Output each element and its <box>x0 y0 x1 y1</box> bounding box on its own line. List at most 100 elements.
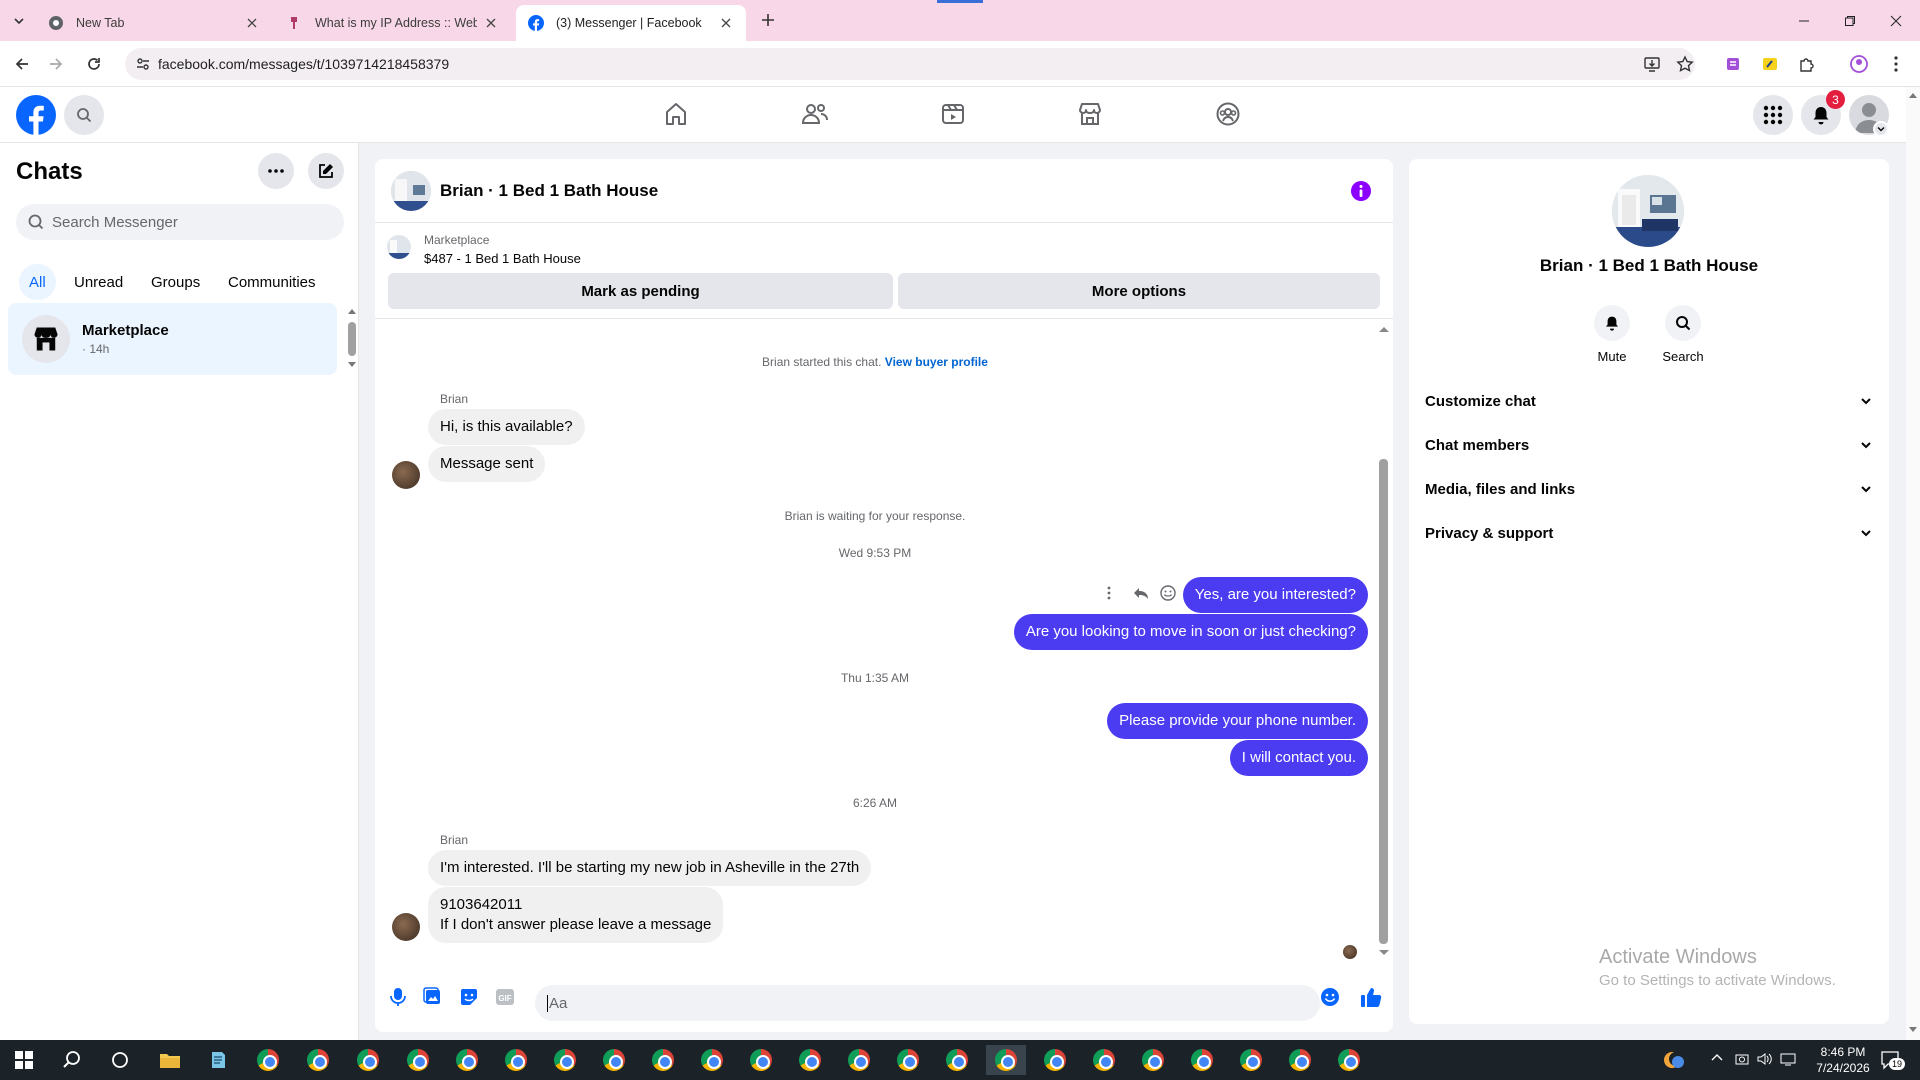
microphone-icon[interactable] <box>385 984 411 1010</box>
restore-icon[interactable] <box>1827 0 1873 41</box>
scroll-up-icon[interactable] <box>348 308 356 314</box>
search-messenger-input[interactable]: Search Messenger <box>16 204 344 240</box>
message-more-icon[interactable] <box>1107 586 1111 600</box>
scroll-down-icon[interactable] <box>1379 950 1389 956</box>
scroll-down-icon[interactable] <box>348 362 356 368</box>
mute-action[interactable]: Mute <box>1587 305 1637 364</box>
outgoing-message[interactable]: Are you looking to move in soon or just … <box>1013 614 1368 650</box>
bookmark-star-icon[interactable] <box>1673 52 1697 76</box>
photo-icon[interactable] <box>420 984 446 1010</box>
emoji-icon[interactable] <box>1317 984 1343 1010</box>
filter-groups[interactable]: Groups <box>141 264 210 300</box>
new-message-icon[interactable] <box>308 153 344 189</box>
sender-avatar[interactable] <box>392 461 420 489</box>
outgoing-message[interactable]: I will contact you. <box>1229 740 1368 776</box>
listing-thumbnail[interactable] <box>387 235 411 259</box>
gif-icon[interactable]: GIF <box>492 984 518 1010</box>
taskbar-clock[interactable]: 8:46 PM 7/24/2026 <box>1808 1044 1878 1076</box>
chrome-taskbar-icon[interactable] <box>692 1045 732 1075</box>
filter-all[interactable]: All <box>19 264 56 300</box>
sidebar-scrollbar[interactable] <box>348 322 356 356</box>
search-in-chat-action[interactable]: Search <box>1658 305 1708 364</box>
chrome-taskbar-icon[interactable] <box>1182 1045 1222 1075</box>
notepad-icon[interactable] <box>198 1045 238 1075</box>
chrome-taskbar-icon[interactable] <box>1133 1045 1173 1075</box>
address-bar[interactable]: facebook.com/messages/t/1039714218458379 <box>125 48 1695 80</box>
extensions-puzzle-icon[interactable] <box>1795 52 1819 76</box>
scroll-up-icon[interactable] <box>1379 326 1389 332</box>
chrome-taskbar-icon[interactable] <box>496 1045 536 1075</box>
chrome-taskbar-icon[interactable] <box>643 1045 683 1075</box>
file-explorer-icon[interactable] <box>150 1045 190 1075</box>
extension-purple-icon[interactable] <box>1721 52 1745 76</box>
network-icon[interactable] <box>1780 1052 1798 1066</box>
forward-icon[interactable] <box>42 50 70 78</box>
chrome-taskbar-icon[interactable] <box>248 1045 288 1075</box>
outgoing-message[interactable]: Please provide your phone number. <box>1107 703 1368 739</box>
search-icon[interactable] <box>64 95 104 135</box>
browser-tab-messenger[interactable]: (3) Messenger | Facebook <box>516 5 746 41</box>
scroll-down-icon[interactable] <box>1909 1027 1917 1033</box>
marketplace-icon[interactable] <box>1075 99 1105 129</box>
install-app-icon[interactable] <box>1640 52 1664 76</box>
menu-grid-icon[interactable] <box>1753 95 1793 135</box>
weather-icon[interactable] <box>1654 1045 1694 1075</box>
tab-search-icon[interactable] <box>8 10 30 32</box>
chrome-taskbar-icon[interactable] <box>447 1045 487 1075</box>
close-icon[interactable] <box>483 15 499 31</box>
more-options-button[interactable]: More options <box>898 273 1380 309</box>
sender-avatar[interactable] <box>392 913 420 941</box>
close-icon[interactable] <box>718 15 734 31</box>
like-thumb-icon[interactable] <box>1358 984 1384 1010</box>
windows-start-icon[interactable] <box>4 1045 44 1075</box>
reload-icon[interactable] <box>80 50 108 78</box>
chrome-taskbar-icon[interactable] <box>1231 1045 1271 1075</box>
chrome-taskbar-icon[interactable] <box>790 1045 830 1075</box>
info-icon[interactable] <box>1351 181 1371 201</box>
mark-as-pending-button[interactable]: Mark as pending <box>388 273 893 309</box>
incoming-message[interactable]: Hi, is this available? <box>428 409 585 445</box>
volume-icon[interactable] <box>1757 1052 1773 1066</box>
chrome-taskbar-icon[interactable] <box>839 1045 879 1075</box>
account-chevron-icon[interactable] <box>1873 121 1889 137</box>
filter-communities[interactable]: Communities <box>218 264 326 300</box>
chat-profile-photo[interactable] <box>1612 175 1684 247</box>
conversation-scrollbar[interactable] <box>1379 459 1388 944</box>
profile-icon[interactable] <box>1847 52 1871 76</box>
chrome-taskbar-icon[interactable] <box>1084 1045 1124 1075</box>
minimize-icon[interactable] <box>1781 0 1827 41</box>
task-view-icon[interactable] <box>100 1045 140 1075</box>
chat-members-section[interactable]: Chat members <box>1425 425 1871 465</box>
chrome-taskbar-icon[interactable] <box>398 1045 438 1075</box>
new-tab-button[interactable] <box>757 9 779 31</box>
customize-chat-section[interactable]: Customize chat <box>1425 381 1871 421</box>
reply-icon[interactable] <box>1133 585 1149 601</box>
chrome-taskbar-icon[interactable] <box>888 1045 928 1075</box>
chrome-taskbar-icon[interactable] <box>545 1045 585 1075</box>
chrome-taskbar-icon[interactable] <box>741 1045 781 1075</box>
watch-video-icon[interactable] <box>938 99 968 129</box>
camera-icon[interactable] <box>1735 1052 1749 1066</box>
chrome-taskbar-icon[interactable] <box>1035 1045 1075 1075</box>
message-input[interactable]: Aa <box>535 985 1320 1021</box>
react-emoji-icon[interactable] <box>1160 585 1176 601</box>
friends-icon[interactable] <box>800 99 830 129</box>
extension-yellow-icon[interactable] <box>1758 52 1782 76</box>
sticker-icon[interactable] <box>456 984 482 1010</box>
chrome-taskbar-icon[interactable] <box>594 1045 634 1075</box>
chrome-taskbar-icon[interactable] <box>348 1045 388 1075</box>
page-scrollbar[interactable] <box>1906 87 1920 1040</box>
outgoing-message[interactable]: Yes, are you interested? <box>1182 577 1368 613</box>
tray-chevron-icon[interactable] <box>1711 1053 1723 1061</box>
facebook-logo-icon[interactable] <box>16 95 56 135</box>
close-icon[interactable] <box>244 15 260 31</box>
groups-icon[interactable] <box>1213 99 1243 129</box>
close-window-icon[interactable] <box>1873 0 1919 41</box>
chrome-taskbar-icon-active[interactable] <box>986 1045 1026 1075</box>
incoming-message[interactable]: I'm interested. I'll be starting my new … <box>428 850 872 886</box>
site-info-icon[interactable] <box>135 56 151 72</box>
browser-tab-new-tab[interactable]: New Tab <box>36 5 272 41</box>
chrome-taskbar-icon[interactable] <box>1280 1045 1320 1075</box>
back-icon[interactable] <box>8 50 36 78</box>
home-icon[interactable] <box>661 99 691 129</box>
